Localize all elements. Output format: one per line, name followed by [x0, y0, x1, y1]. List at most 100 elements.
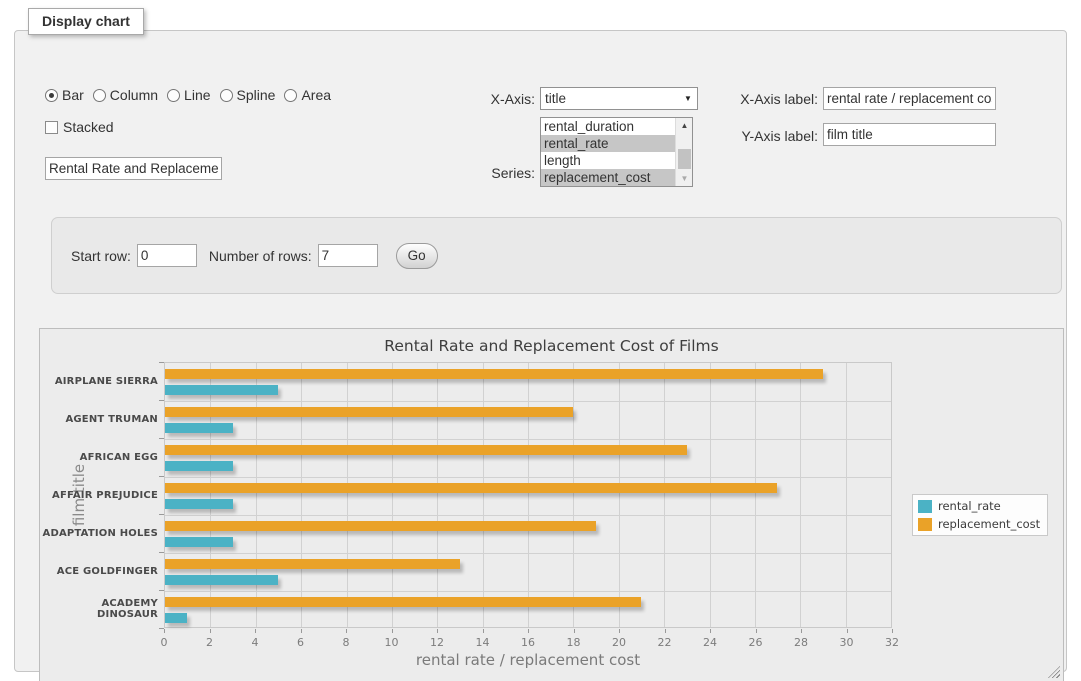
plot-area — [164, 362, 892, 628]
chart-title: Rental Rate and Replacement Cost of Film… — [40, 337, 1063, 355]
series-options: rental_durationrental_ratelengthreplacem… — [541, 118, 675, 186]
x-tick-label: 32 — [877, 636, 907, 649]
radio-option-column[interactable]: Column — [93, 87, 158, 103]
start-row-input[interactable] — [137, 244, 197, 267]
legend-swatch-replacement_cost — [918, 518, 932, 531]
chart-type-radio-group: Bar Column Line Spline Area — [45, 87, 331, 103]
x-axis-title: rental rate / replacement cost — [164, 651, 892, 669]
series-list-label: Series: — [435, 165, 535, 181]
series-listbox[interactable]: rental_durationrental_ratelengthreplacem… — [540, 117, 693, 187]
x-tick-label: 8 — [331, 636, 361, 649]
bar-rental_rate — [165, 499, 233, 509]
series-option-length[interactable]: length — [541, 152, 675, 169]
num-rows-input[interactable] — [318, 244, 378, 267]
y-tick-mark — [159, 362, 164, 363]
x-tick-label: 6 — [286, 636, 316, 649]
chart-title-input[interactable] — [45, 157, 222, 180]
x-axis-label-input[interactable] — [823, 87, 996, 110]
radio-label: Spline — [237, 87, 276, 103]
x-tick-label: 26 — [741, 636, 771, 649]
bar-rental_rate — [165, 613, 187, 623]
bar-rental_rate — [165, 461, 233, 471]
scroll-down-icon[interactable]: ▼ — [676, 171, 693, 186]
radio-icon[interactable] — [93, 89, 106, 102]
radio-option-bar[interactable]: Bar — [45, 87, 84, 103]
x-tick-mark — [756, 629, 757, 633]
legend-item-replacement_cost: replacement_cost — [918, 517, 1040, 531]
row-range-panel: Start row: Number of rows: Go — [51, 217, 1062, 294]
x-tick-label: 24 — [695, 636, 725, 649]
radio-label: Area — [301, 87, 331, 103]
bar-rental_rate — [165, 575, 278, 585]
y-tick-mark — [159, 514, 164, 515]
x-tick-mark — [710, 629, 711, 633]
bar-rental_rate — [165, 537, 233, 547]
panel-title: Display chart — [28, 8, 144, 35]
series-option-rental_rate[interactable]: rental_rate — [541, 135, 675, 152]
y-tick-mark — [159, 628, 164, 629]
x-tick-mark — [392, 629, 393, 633]
y-category-label: ACADEMY DINOSAUR — [40, 590, 158, 628]
series-option-rental_duration[interactable]: rental_duration — [541, 118, 675, 135]
radio-option-line[interactable]: Line — [167, 87, 210, 103]
x-tick-mark — [437, 629, 438, 633]
x-tick-mark — [619, 629, 620, 633]
resize-handle-icon[interactable] — [1048, 666, 1060, 678]
y-tick-mark — [159, 400, 164, 401]
legend-label: rental_rate — [938, 499, 1001, 513]
radio-icon[interactable] — [220, 89, 233, 102]
x-tick-mark — [801, 629, 802, 633]
go-button[interactable]: Go — [396, 243, 438, 269]
x-tick-label: 12 — [422, 636, 452, 649]
y-tick-mark — [159, 438, 164, 439]
y-category-label: AFFAIR PREJUDICE — [40, 476, 158, 514]
display-chart-panel: BarColumnLineSplineArea Stacked X-Axis: … — [14, 30, 1067, 672]
x-tick-label: 4 — [240, 636, 270, 649]
stacked-option[interactable]: Stacked — [45, 119, 114, 135]
x-tick-mark — [665, 629, 666, 633]
radio-option-spline[interactable]: Spline — [220, 87, 276, 103]
y-axis-label-label: Y-Axis label: — [705, 128, 818, 144]
x-tick-mark — [892, 629, 893, 633]
scroll-up-icon[interactable]: ▲ — [676, 118, 693, 133]
bar-replacement_cost — [165, 369, 823, 379]
y-axis-label-input[interactable] — [823, 123, 996, 146]
radio-icon[interactable] — [45, 89, 58, 102]
x-tick-label: 0 — [149, 636, 179, 649]
page: Display chart Bar Column Line Spline Area St… — [0, 0, 1081, 681]
chart-legend: rental_rate replacement_cost — [912, 494, 1048, 536]
category-band — [165, 515, 891, 553]
x-tick-label: 22 — [650, 636, 680, 649]
x-axis-select[interactable]: title ▼ — [540, 87, 698, 110]
radio-option-area[interactable]: Area — [284, 87, 331, 103]
x-axis-selected-value: title — [541, 91, 679, 106]
x-tick-label: 18 — [559, 636, 589, 649]
y-category-label: AIRPLANE SIERRA — [40, 362, 158, 400]
x-tick-label: 28 — [786, 636, 816, 649]
radio-icon[interactable] — [284, 89, 297, 102]
x-tick-mark — [164, 629, 165, 633]
category-band — [165, 477, 891, 515]
category-band — [165, 439, 891, 477]
y-category-label: ACE GOLDFINGER — [40, 552, 158, 590]
x-tick-label: 14 — [468, 636, 498, 649]
category-band — [165, 591, 891, 629]
bar-rental_rate — [165, 385, 278, 395]
y-tick-mark — [159, 476, 164, 477]
x-tick-mark — [574, 629, 575, 633]
scrollbar-thumb[interactable] — [678, 149, 691, 169]
chevron-down-icon: ▼ — [679, 94, 697, 103]
series-scrollbar[interactable]: ▲ ▼ — [675, 118, 692, 186]
x-tick-mark — [210, 629, 211, 633]
x-tick-mark — [301, 629, 302, 633]
x-tick-mark — [847, 629, 848, 633]
y-category-label: ADAPTATION HOLES — [40, 514, 158, 552]
num-rows-label: Number of rows: — [209, 248, 312, 264]
radio-label: Column — [110, 87, 158, 103]
stacked-checkbox[interactable] — [45, 121, 58, 134]
radio-icon[interactable] — [167, 89, 180, 102]
legend-swatch-rental_rate — [918, 500, 932, 513]
y-tick-mark — [159, 590, 164, 591]
x-axis-select-label: X-Axis: — [435, 91, 535, 107]
series-option-replacement_cost[interactable]: replacement_cost — [541, 169, 675, 186]
